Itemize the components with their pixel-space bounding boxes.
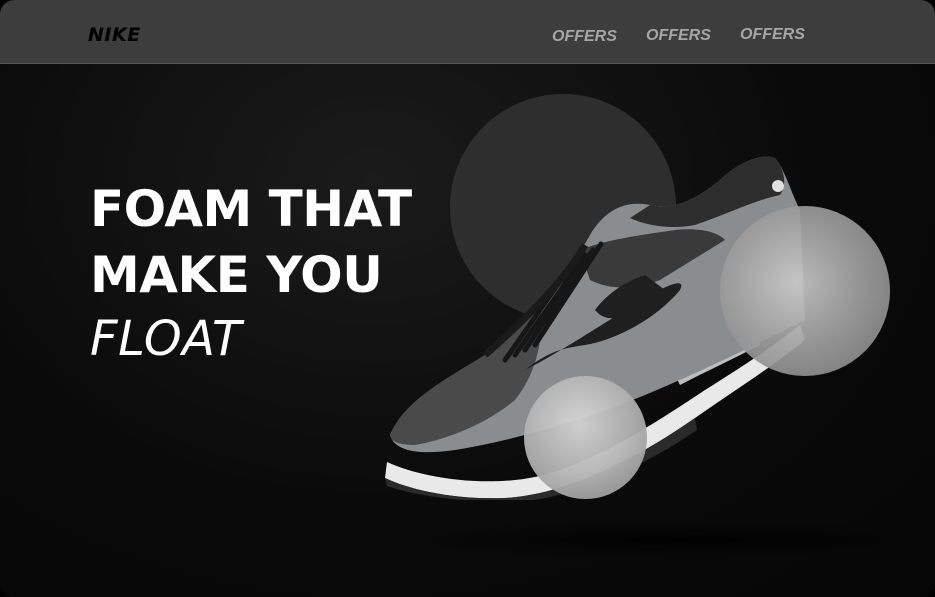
hero-headline-line-1: FOAM THAT (90, 180, 412, 238)
decorative-circle-small (524, 376, 647, 499)
hero-headline: FOAM THAT MAKE YOU FLOAT (90, 176, 412, 370)
nav-link-offers-2[interactable]: OFFERS (646, 27, 711, 45)
brand-logo[interactable]: NIKE (88, 24, 141, 46)
top-navbar: NIKE OFFERS OFFERS OFFERS (0, 0, 935, 64)
shoe-shadow (400, 520, 935, 560)
nav-link-offers-1[interactable]: OFFERS (552, 28, 617, 46)
decorative-circle-right (720, 206, 890, 376)
hero-headline-line-3: FLOAT (90, 311, 242, 367)
hero-headline-line-2: MAKE YOU (90, 246, 383, 304)
hero-page: NIKE OFFERS OFFERS OFFERS FOAM THAT MAKE… (0, 0, 935, 597)
nav-link-offers-3[interactable]: OFFERS (740, 26, 805, 44)
